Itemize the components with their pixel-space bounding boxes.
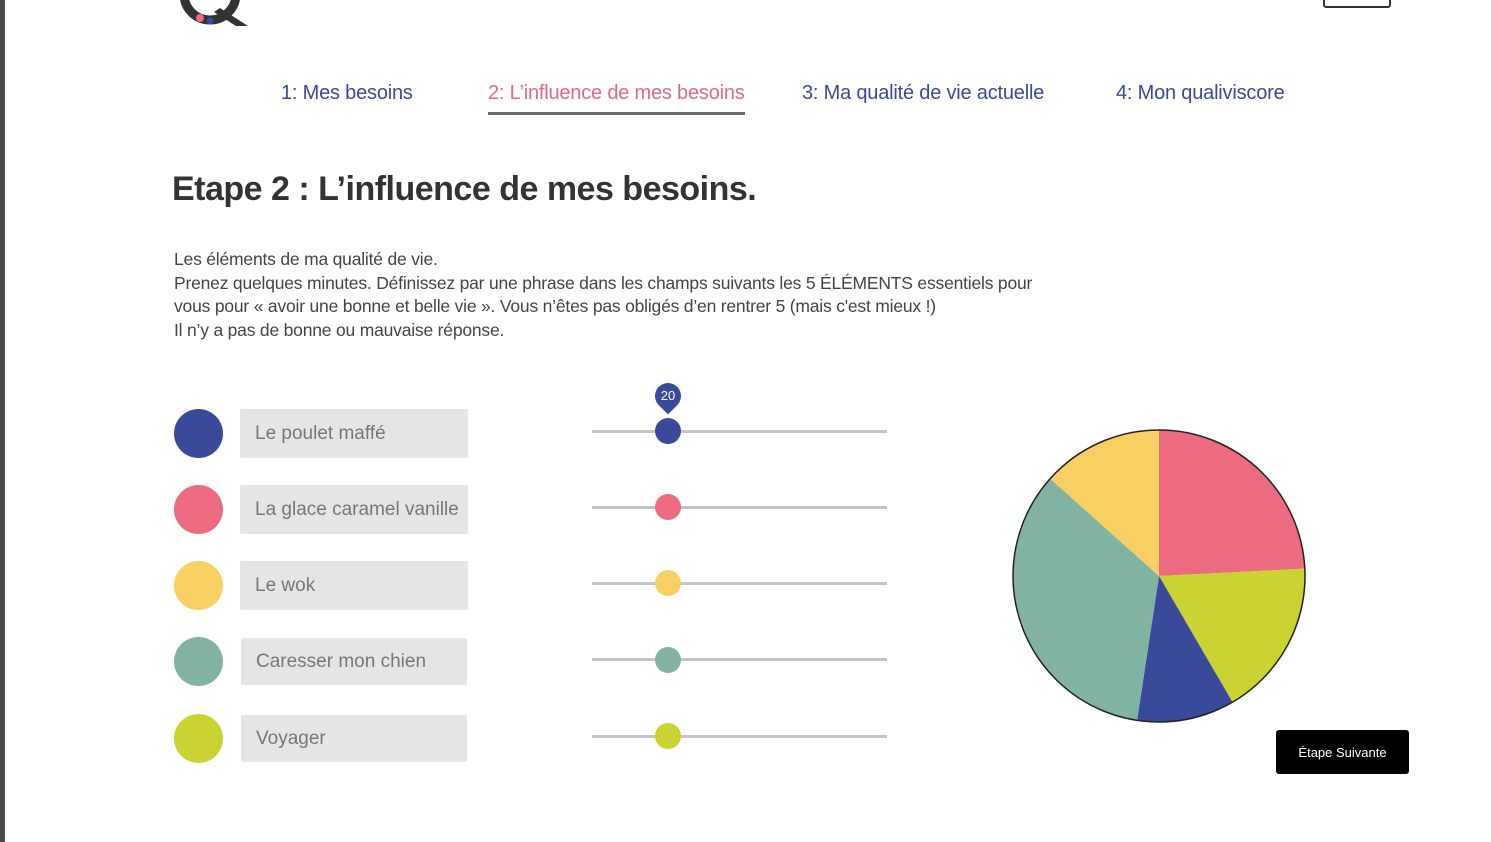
weight-slider-thumb-2[interactable] bbox=[655, 494, 681, 520]
weight-slider-track-1[interactable] bbox=[592, 430, 887, 433]
tab-qualiviscore[interactable]: 4: Mon qualiviscore bbox=[1116, 82, 1285, 105]
next-step-button[interactable]: Étape Suivante bbox=[1276, 730, 1409, 774]
color-dot-1 bbox=[174, 409, 223, 458]
element-input-1[interactable]: Le poulet maffé bbox=[240, 409, 468, 458]
slider-tooltip-value: 20 bbox=[660, 388, 676, 403]
header-menu-button[interactable] bbox=[1323, 0, 1391, 8]
window-border bbox=[0, 0, 5, 842]
weight-slider-track-5[interactable] bbox=[592, 735, 887, 738]
weight-slider-thumb-3[interactable] bbox=[655, 570, 681, 596]
tab-influence[interactable]: 2: L’influence de mes besoins bbox=[488, 82, 745, 115]
color-dot-2 bbox=[174, 485, 223, 534]
element-input-5[interactable]: Voyager bbox=[241, 715, 467, 762]
intro-line: vous pour « avoir une bonne et belle vie… bbox=[174, 296, 936, 316]
weight-slider-track-4[interactable] bbox=[592, 658, 887, 661]
app-logo bbox=[180, 0, 248, 26]
page-title: Etape 2 : L’influence de mes besoins. bbox=[172, 170, 757, 208]
intro-line: Les éléments de ma qualité de vie. bbox=[174, 249, 438, 269]
color-dot-5 bbox=[174, 714, 223, 763]
weight-slider-track-2[interactable] bbox=[592, 506, 887, 509]
color-dot-3 bbox=[174, 561, 223, 610]
needs-pie-chart bbox=[1012, 429, 1306, 723]
color-dot-4 bbox=[174, 637, 223, 686]
element-input-2[interactable]: La glace caramel vanille bbox=[240, 485, 468, 534]
element-input-3[interactable]: Le wok bbox=[240, 561, 468, 610]
intro-line: Il n’y a pas de bonne ou mauvaise répons… bbox=[174, 319, 505, 340]
tab-qualite-de-vie[interactable]: 3: Ma qualité de vie actuelle bbox=[802, 82, 1044, 105]
intro-text: Les éléments de ma qualité de vie. Prene… bbox=[174, 248, 1114, 342]
element-input-4[interactable]: Caresser mon chien bbox=[241, 638, 467, 685]
weight-slider-thumb-5[interactable] bbox=[655, 723, 681, 749]
intro-line: Prenez quelques minutes. Définissez par … bbox=[174, 272, 1033, 293]
tab-mes-besoins[interactable]: 1: Mes besoins bbox=[281, 82, 413, 105]
weight-slider-thumb-4[interactable] bbox=[655, 647, 681, 673]
weight-slider-track-3[interactable] bbox=[592, 582, 887, 585]
weight-slider-thumb-1[interactable] bbox=[655, 418, 681, 444]
pie-slice-1 bbox=[1159, 430, 1305, 576]
